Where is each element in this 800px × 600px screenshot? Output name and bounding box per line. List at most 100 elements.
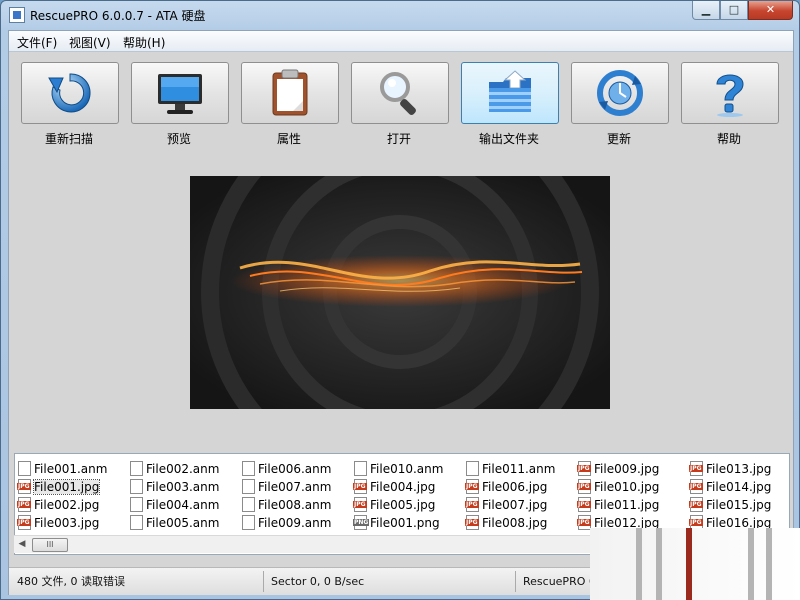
app-window: RescuePRO 6.0.0.7 - ATA 硬盘 ▁ □ ✕ 文件(F) 视… [0,0,800,600]
file-icon [242,515,255,530]
jpg-file-icon [353,497,367,512]
help-button[interactable] [681,62,779,124]
jpg-file-icon [17,497,31,512]
file-item[interactable]: File009.anm [242,514,331,532]
file-item[interactable]: File007.anm [242,478,331,496]
output-folder-button[interactable] [461,62,559,124]
status-file-count: 480 文件, 0 读取错误 [17,575,125,588]
properties-button[interactable] [241,62,339,124]
minimize-button[interactable]: ▁ [692,1,720,20]
jpg-file-icon [465,515,479,530]
scroll-thumb[interactable]: III [32,538,68,552]
file-icon [18,461,31,476]
file-item[interactable]: File005.anm [130,514,219,532]
help-icon [716,74,744,117]
file-item[interactable]: File015.jpg [689,496,772,514]
scroll-left-arrow[interactable]: ◀ [16,538,28,551]
file-item[interactable]: File010.anm [354,460,443,478]
file-name: File005.jpg [370,498,436,512]
file-item[interactable]: File001.jpg [17,478,101,496]
menu-bar: 文件(F) 视图(V) 帮助(H) [9,31,793,52]
file-item[interactable]: File008.jpg [465,514,547,532]
preview-label: 预览 [166,132,191,146]
file-icon [242,479,255,494]
preview-button[interactable] [131,62,229,124]
jpg-file-icon [17,479,31,494]
file-name: File007.anm [258,480,332,494]
watermark-bar [636,528,642,600]
file-name: File001.png [370,516,440,530]
properties-label: 属性 [276,132,301,146]
file-item[interactable]: File008.anm [242,496,331,514]
menu-file[interactable]: 文件(F) [17,34,57,51]
file-name: File002.anm [146,462,220,476]
close-button[interactable]: ✕ [748,1,793,20]
file-item[interactable]: File004.anm [130,496,219,514]
file-item[interactable]: File002.anm [130,460,219,478]
file-item[interactable]: File009.jpg [577,460,659,478]
jpg-file-icon [689,479,703,494]
file-item[interactable]: File010.jpg [577,478,659,496]
file-name: File011.anm [482,462,556,476]
rescan-button[interactable] [21,62,119,124]
file-name: File003.jpg [34,516,100,530]
window-title: RescuePRO 6.0.0.7 - ATA 硬盘 [30,9,206,23]
jpg-file-icon [689,497,703,512]
file-name: File007.jpg [482,498,548,512]
file-icon [130,515,143,530]
watermark-overlay [590,528,800,600]
file-item[interactable]: File014.jpg [689,478,771,496]
file-item[interactable]: File004.jpg [353,478,436,496]
watermark-bar [656,528,662,600]
file-icon [242,497,255,512]
file-item[interactable]: File006.jpg [465,478,547,496]
preview-image [190,176,610,409]
monitor-icon [158,74,202,114]
file-name: File008.anm [258,498,332,512]
update-label: 更新 [606,132,631,146]
file-item[interactable]: File003.jpg [17,514,100,532]
status-app: RescuePRO 6. [523,575,600,588]
file-item[interactable]: File002.jpg [17,496,99,514]
status-divider [515,571,516,592]
file-item[interactable]: File006.anm [242,460,331,478]
file-icon [354,461,367,476]
jpg-file-icon [17,515,31,530]
file-item[interactable]: File005.jpg [353,496,436,514]
jpg-file-icon [689,461,703,476]
rescan-icon [48,73,91,113]
jpg-file-icon [465,479,479,494]
file-name: File005.anm [146,516,220,530]
jpg-file-icon [353,479,367,494]
title-bar[interactable]: RescuePRO 6.0.0.7 - ATA 硬盘 ▁ □ ✕ [1,1,799,29]
jpg-file-icon [465,497,479,512]
file-name: File004.jpg [370,480,436,494]
jpg-file-icon [577,479,591,494]
open-button[interactable] [351,62,449,124]
clipboard-icon [272,69,308,116]
update-button[interactable] [571,62,669,124]
file-name: File015.jpg [706,498,772,512]
file-name: File009.anm [258,516,332,530]
file-name: File013.jpg [706,462,772,476]
open-label: 打开 [386,132,411,146]
output-folder-icon [489,70,531,112]
file-item[interactable]: File011.jpg [577,496,659,514]
file-name: File004.anm [146,498,220,512]
menu-help[interactable]: 帮助(H) [123,34,165,51]
menu-view[interactable]: 视图(V) [69,34,111,51]
file-item[interactable]: File013.jpg [689,460,772,478]
file-item[interactable]: File011.anm [466,460,555,478]
preview-artwork [190,176,610,409]
file-item[interactable]: File001.anm [18,460,107,478]
status-divider [263,571,264,592]
file-item[interactable]: File007.jpg [465,496,548,514]
file-name: File003.anm [146,480,220,494]
maximize-button[interactable]: □ [720,1,748,20]
file-item[interactable]: File001.png [353,514,440,532]
rescan-label: 重新扫描 [44,132,93,146]
file-item[interactable]: File003.anm [130,478,219,496]
app-icon[interactable] [9,7,25,23]
file-icon [242,461,255,476]
magnifier-icon [380,72,416,115]
